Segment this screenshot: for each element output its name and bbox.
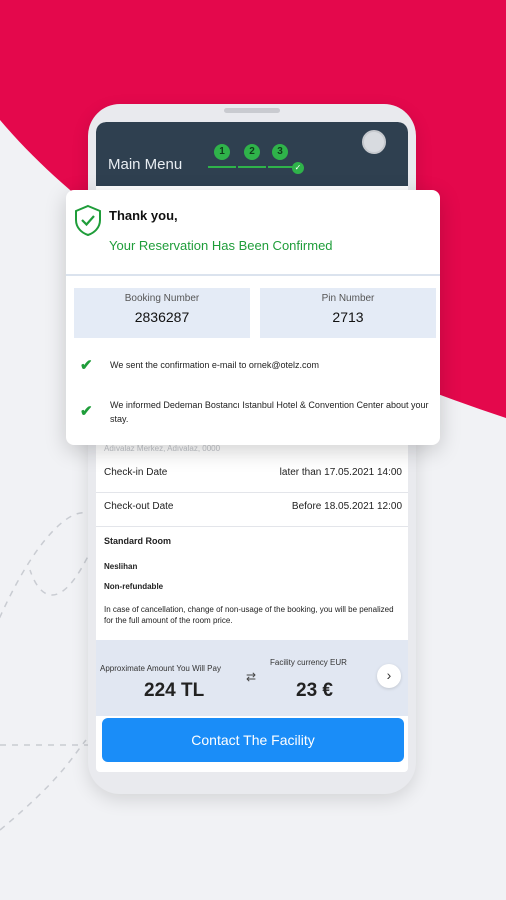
refund-policy: Non-refundable [104, 582, 164, 591]
phone-speaker [224, 108, 280, 113]
card-divider [66, 274, 440, 276]
dashed-line-decoration-2 [0, 739, 87, 831]
pin-number-value: 2713 [332, 309, 364, 325]
contact-facility-button[interactable]: Contact The Facility [102, 718, 404, 762]
checkin-value: later than 17.05.2021 14:00 [279, 467, 402, 478]
facility-currency-label: Facility currency EUR [270, 658, 347, 667]
guest-name: Neslihan [104, 562, 138, 571]
check-icon: ✔ [80, 403, 93, 420]
step-indicator-2: 2 [244, 144, 260, 160]
email-sent-message: We sent the confirmation e-mail to ornek… [110, 360, 320, 370]
checkin-label: Check-in Date [104, 467, 168, 478]
check-icon: ✔ [80, 357, 93, 374]
pin-number-box: Pin Number 2713 [260, 288, 436, 338]
step-complete-check-icon: ✓ [292, 162, 304, 174]
thank-you-heading: Thank you, [109, 208, 178, 223]
checkout-label: Check-out Date [104, 501, 174, 512]
cancellation-policy: In case of cancellation, change of non-u… [104, 605, 394, 625]
price-summary: Approximate Amount You Will Pay 224 TL ⇄… [96, 640, 408, 716]
booking-number-box: Booking Number 2836287 [74, 288, 250, 338]
pin-number-label: Pin Number [321, 293, 375, 304]
app-header: Main Menu 1 2 3 ✓ [96, 122, 408, 186]
step-line-1 [208, 166, 236, 168]
swap-icon[interactable]: ⇄ [246, 670, 256, 684]
avatar[interactable] [362, 130, 386, 154]
approx-amount-value: 224 TL [144, 680, 205, 701]
booking-number-value: 2836287 [134, 309, 190, 325]
chevron-right-icon[interactable]: › [377, 664, 401, 688]
step-indicator-3: 3 [272, 144, 288, 160]
room-type: Standard Room [104, 536, 172, 546]
reservation-confirmed-text: Your Reservation Has Been Confirmed [109, 238, 333, 253]
hotel-informed-message: We informed Dedeman Bostancı Istanbul Ho… [110, 400, 429, 424]
confirmation-card: Thank you, Your Reservation Has Been Con… [66, 190, 440, 445]
checkin-row: Check-in Date later than 17.05.2021 14:0… [96, 458, 408, 493]
main-menu-title[interactable]: Main Menu [108, 156, 182, 173]
facility-currency-value: 23 € [296, 680, 333, 701]
checkout-row: Check-out Date Before 18.05.2021 12:00 [96, 492, 408, 527]
shield-check-icon [75, 204, 101, 236]
step-indicator-1: 1 [214, 144, 230, 160]
dashed-line-decoration [0, 511, 97, 619]
booking-number-label: Booking Number [124, 293, 200, 304]
checkout-value: Before 18.05.2021 12:00 [291, 501, 402, 512]
step-line-2 [238, 166, 266, 168]
approx-amount-label: Approximate Amount You Will Pay [100, 664, 221, 673]
hotel-address: Adıvalaz Merkez, Adıvalaz, 0000 [104, 444, 221, 453]
